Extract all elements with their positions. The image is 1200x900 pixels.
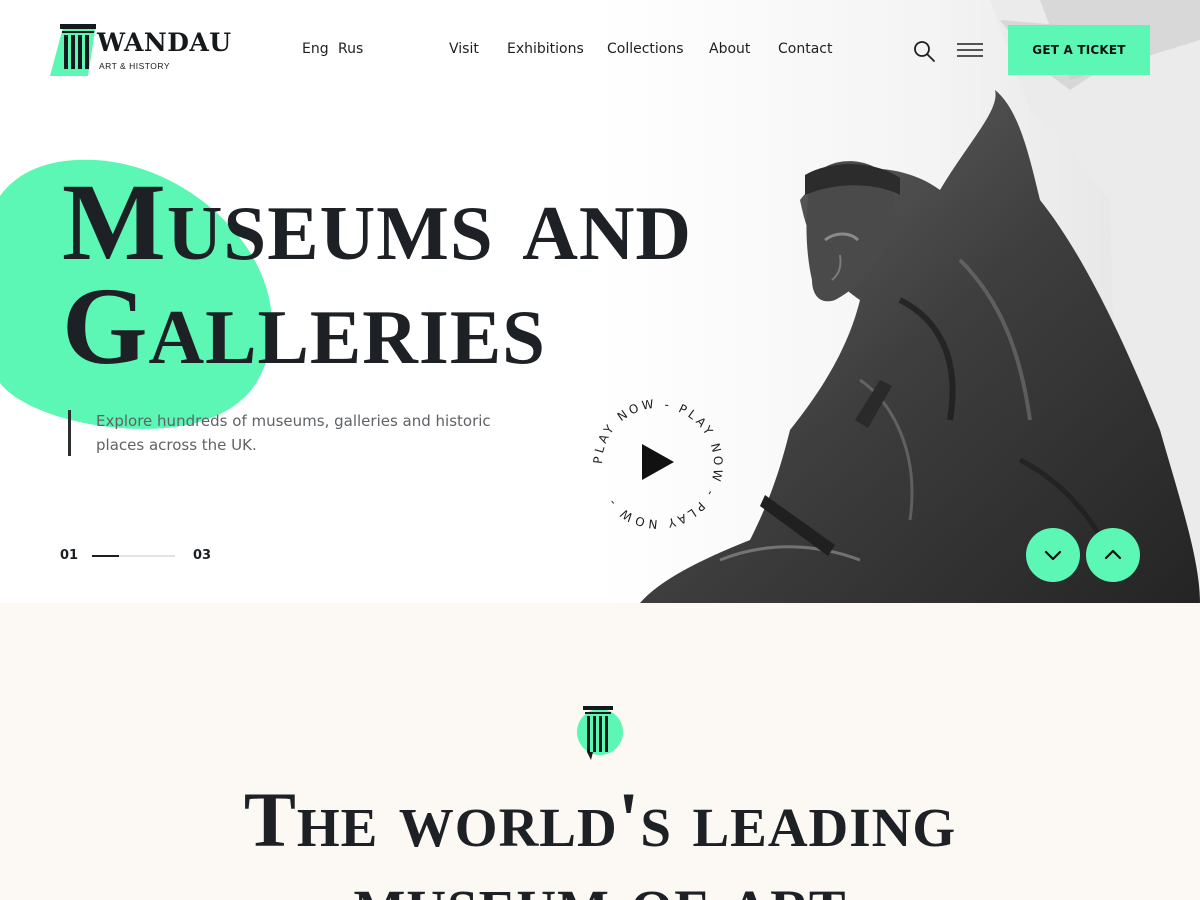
hero-title-line-1: Museums and [62, 161, 693, 283]
slide-progress-fill [92, 555, 120, 557]
hero-title: Museums and Galleries [62, 161, 822, 387]
slide-current: 01 [60, 548, 79, 563]
hero-section: WANDAU ART & HISTORY Eng Rus Visit Exhib… [0, 0, 1200, 603]
nav-visit[interactable]: Visit [449, 41, 479, 57]
hero-title-line-2: Galleries [62, 265, 546, 387]
intro-title-line-2: museum of art [0, 861, 1200, 900]
hero-description: Explore hundreds of museums, galleries a… [96, 412, 491, 454]
slide-progress-track[interactable] [92, 555, 175, 557]
scroll-down-button[interactable] [1026, 528, 1080, 582]
play-icon [642, 444, 674, 480]
intro-section: The world's leading museum of art [0, 603, 1200, 900]
nav-about[interactable]: About [709, 41, 750, 57]
play-video-button[interactable]: PLAY NOW - PLAY NOW - PLAY NOW - [588, 394, 728, 534]
lang-rus[interactable]: Rus [338, 41, 363, 57]
intro-title-line-1: The world's leading [243, 776, 957, 863]
nav-collections[interactable]: Collections [607, 41, 684, 57]
column-logo-icon [577, 706, 623, 760]
hamburger-menu-icon[interactable] [957, 42, 983, 58]
get-ticket-button[interactable]: GET A TICKET [1008, 25, 1150, 75]
chevron-down-icon [1044, 550, 1062, 561]
brand-name: WANDAU [97, 28, 232, 57]
scroll-up-button[interactable] [1086, 528, 1140, 582]
intro-title: The world's leading museum of art [0, 779, 1200, 900]
slide-total: 03 [193, 548, 212, 563]
brand-tagline: ART & HISTORY [99, 61, 171, 71]
nav-exhibitions[interactable]: Exhibitions [507, 41, 584, 57]
lang-eng[interactable]: Eng [302, 41, 329, 57]
search-icon[interactable] [912, 39, 936, 63]
chevron-up-icon [1104, 549, 1122, 560]
description-accent-bar [68, 410, 71, 456]
nav-contact[interactable]: Contact [778, 41, 832, 57]
